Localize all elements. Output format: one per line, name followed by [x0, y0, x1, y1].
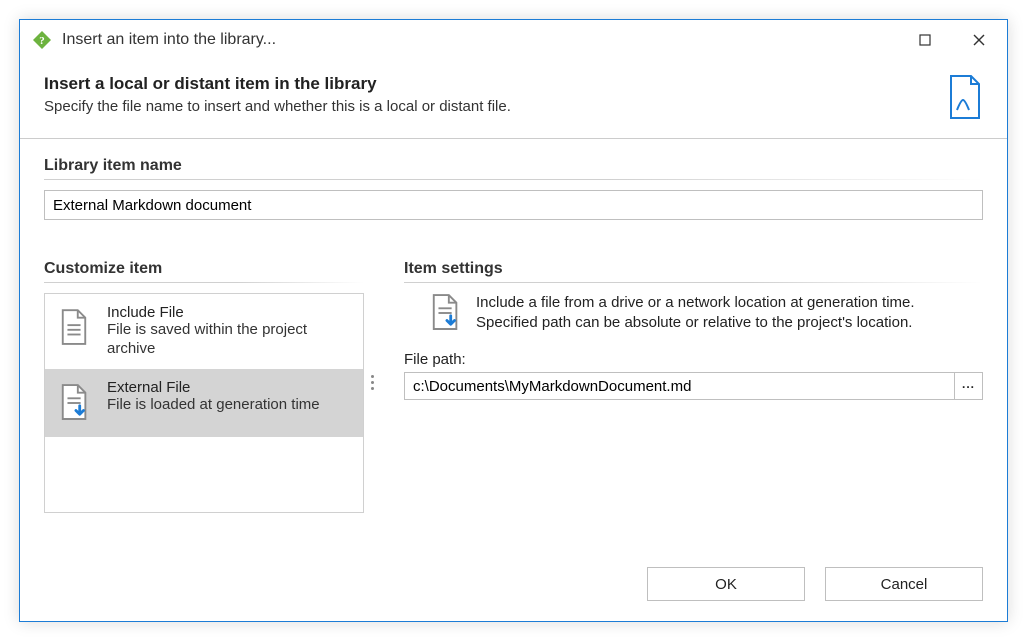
- library-item-name-label: Library item name: [44, 157, 983, 175]
- content-area: Library item name Customize item: [20, 139, 1007, 567]
- external-file-icon: [430, 293, 462, 337]
- instruction-subtitle: Specify the file name to insert and whet…: [44, 98, 935, 115]
- file-path-label: File path:: [404, 351, 983, 368]
- customize-column: Customize item: [44, 260, 364, 513]
- instruction-title: Insert a local or distant item in the li…: [44, 74, 935, 94]
- list-item-title: External File: [107, 379, 351, 396]
- window-title: Insert an item into the library...: [62, 31, 893, 49]
- maximize-button[interactable]: [903, 24, 947, 56]
- item-type-list: Include File File is saved within the pr…: [44, 293, 364, 513]
- list-item-desc: File is loaded at generation time: [107, 396, 351, 415]
- divider: [44, 282, 364, 283]
- list-item-include-file[interactable]: Include File File is saved within the pr…: [45, 294, 363, 369]
- divider: [404, 282, 983, 283]
- ok-button[interactable]: OK: [647, 567, 805, 601]
- document-icon: [947, 74, 983, 120]
- cancel-button[interactable]: Cancel: [825, 567, 983, 601]
- titlebar: ? Insert an item into the library...: [20, 20, 1007, 60]
- column-resize-handle[interactable]: [365, 372, 379, 392]
- browse-button[interactable]: ...: [955, 372, 983, 400]
- settings-column: Item settings Include a file from a: [404, 260, 983, 400]
- item-settings-label: Item settings: [404, 260, 983, 278]
- settings-info: Include a file from a drive or a network…: [404, 293, 983, 337]
- library-item-name-input[interactable]: [44, 190, 983, 220]
- customize-item-label: Customize item: [44, 260, 364, 278]
- external-file-icon: [59, 379, 91, 427]
- help-icon: ?: [32, 30, 52, 50]
- file-path-input[interactable]: [404, 372, 955, 400]
- list-item-desc: File is saved within the project archive: [107, 321, 351, 359]
- dialog-buttons: OK Cancel: [20, 567, 1007, 621]
- divider: [44, 179, 983, 180]
- list-item-external-file[interactable]: External File File is loaded at generati…: [45, 369, 363, 437]
- instruction-header: Insert a local or distant item in the li…: [20, 60, 1007, 139]
- list-item-title: Include File: [107, 304, 351, 321]
- close-button[interactable]: [957, 24, 1001, 56]
- settings-info-line1: Include a file from a drive or a network…: [476, 293, 983, 313]
- settings-info-line2: Specified path can be absolute or relati…: [476, 313, 983, 333]
- svg-text:?: ?: [39, 35, 45, 47]
- include-file-icon: [59, 304, 91, 350]
- dialog-window: ? Insert an item into the library... Ins…: [19, 19, 1008, 622]
